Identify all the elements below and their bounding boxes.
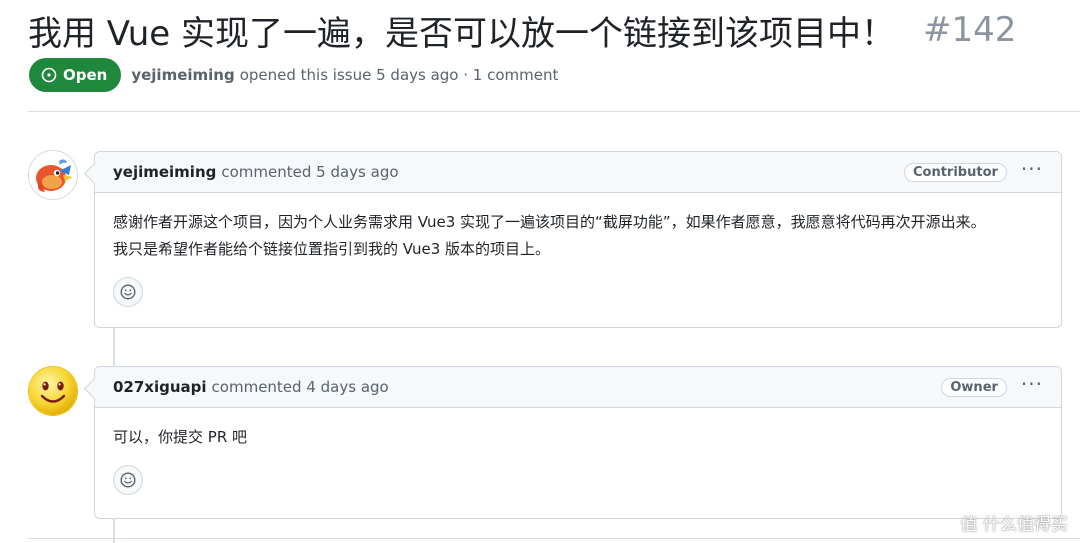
more-options-icon[interactable]: ··· <box>1021 159 1043 185</box>
comment-body-line: 可以，你提交 PR 吧 <box>113 428 248 446</box>
comment-body: 感谢作者开源这个项目，因为个人业务需求用 Vue3 实现了一遍该项目的“截屏功能… <box>95 193 1061 263</box>
issue-state-label: Open <box>63 66 108 84</box>
add-reaction-button[interactable] <box>113 465 143 495</box>
issue-number: #142 <box>923 10 1017 50</box>
watermark: 值 什么值得买 <box>960 515 1068 535</box>
timeline-connector <box>113 518 115 543</box>
contributor-badge: Contributor <box>903 162 1007 182</box>
more-options-icon[interactable]: ··· <box>1021 374 1043 400</box>
comment-body-line: 感谢作者开源这个项目，因为个人业务需求用 Vue3 实现了一遍该项目的“截屏功能… <box>113 213 986 231</box>
issue-open-icon <box>41 67 57 83</box>
comment-header-actions: Contributor ··· <box>903 159 1043 185</box>
bird-avatar-icon <box>29 151 77 199</box>
header-divider <box>28 111 1080 112</box>
comment-card: 027xiguapi commented 4 days ago Owner ··… <box>94 366 1062 519</box>
comment-timestamp[interactable]: commented 5 days ago <box>221 163 398 181</box>
comment-header: 027xiguapi commented 4 days ago Owner ··… <box>95 367 1061 408</box>
comment-author-link[interactable]: 027xiguapi <box>113 378 207 396</box>
comment-header-actions: Owner ··· <box>941 374 1043 400</box>
comment-header: yejimeiming commented 5 days ago Contrib… <box>95 152 1061 193</box>
smiley-icon <box>120 472 136 488</box>
issue-page: 我用 Vue 实现了一遍，是否可以放一个链接到该项目中！ #142 Open y… <box>0 0 1080 543</box>
comment-author-link[interactable]: yejimeiming <box>113 163 216 181</box>
add-reaction-button[interactable] <box>113 277 143 307</box>
comment-avatar[interactable] <box>28 366 78 416</box>
comment-card: yejimeiming commented 5 days ago Contrib… <box>94 151 1062 328</box>
comment-body-line: 我只是希望作者能给个链接位置指引到我的 Vue3 版本的项目上。 <box>113 240 551 258</box>
issue-state-badge: Open <box>29 58 122 92</box>
comment-avatar[interactable] <box>28 150 78 200</box>
issue-meta: Open yejimeiming opened this issue 5 day… <box>29 57 558 93</box>
issue-title-row: 我用 Vue 实现了一遍，是否可以放一个链接到该项目中！ #142 <box>28 4 1068 56</box>
comment-body: 可以，你提交 PR 吧 <box>95 408 1061 451</box>
issue-meta-text: opened this issue 5 days ago · 1 comment <box>239 66 559 84</box>
comment-timestamp[interactable]: commented 4 days ago <box>212 378 389 396</box>
issue-author-link[interactable]: yejimeiming <box>131 66 234 84</box>
smiley-avatar-icon <box>29 367 77 415</box>
issue-title: 我用 Vue 实现了一遍，是否可以放一个链接到该项目中！ <box>28 13 896 54</box>
footer-divider <box>28 538 1080 539</box>
owner-badge: Owner <box>941 377 1007 397</box>
timeline-connector <box>113 328 115 366</box>
smiley-icon <box>120 284 136 300</box>
